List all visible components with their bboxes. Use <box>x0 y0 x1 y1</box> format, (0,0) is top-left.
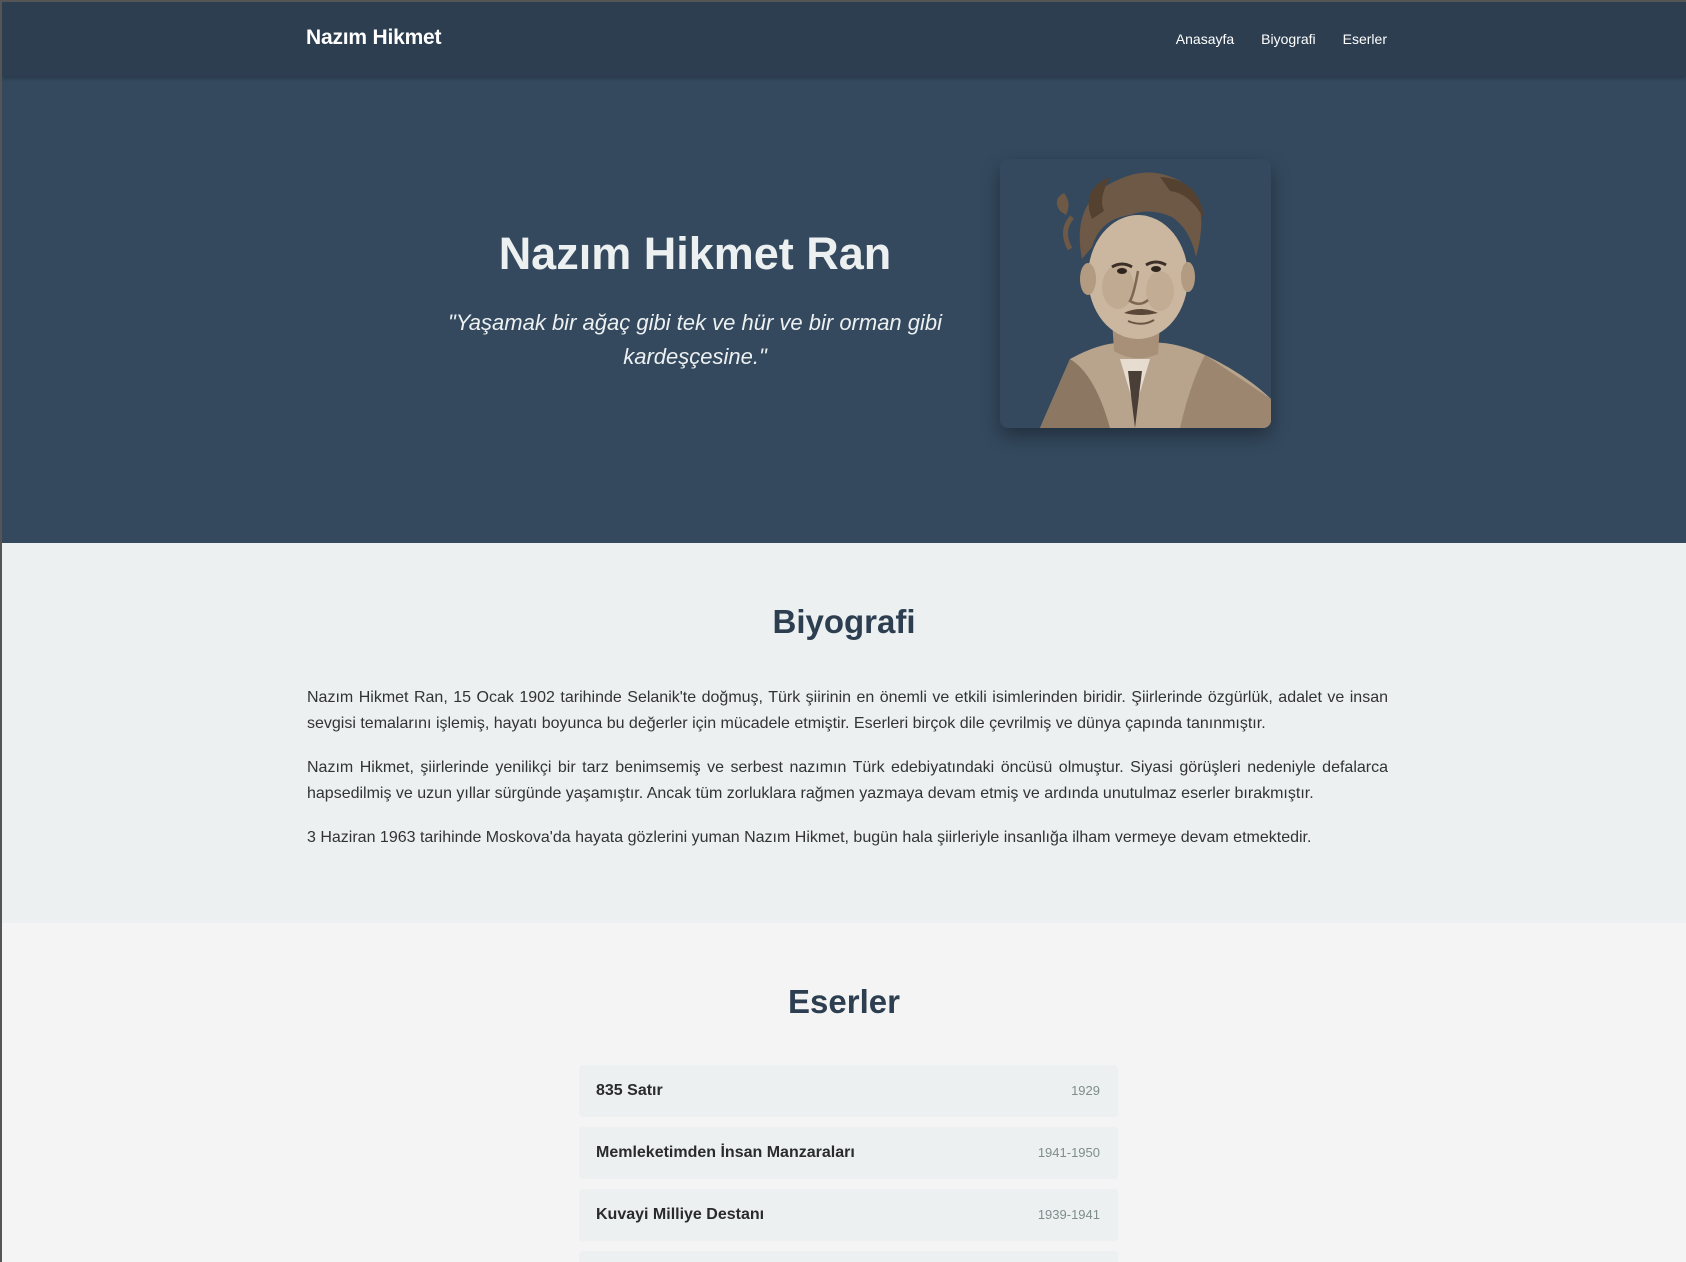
portrait-illustration <box>1000 159 1271 428</box>
hero-quote: "Yaşamak bir ağaç gibi tek ve hür ve bir… <box>447 310 943 369</box>
work-name: 835 Satır <box>596 1082 663 1099</box>
hero-title: Nazım Hikmet Ran <box>498 228 892 279</box>
works-list: 835 Satır 1929 Memleketimden İnsan Manza… <box>579 1065 1118 1262</box>
brand-logo-link[interactable]: Nazım Hikmet <box>306 26 442 50</box>
biography-paragraph: Nazım Hikmet, şiirlerinde yenilikçi bir … <box>307 759 1388 802</box>
biography-title: Biyografi <box>772 603 916 640</box>
biography-paragraph: Nazım Hikmet Ran, 15 Ocak 1902 tarihinde… <box>307 689 1388 732</box>
biography-text: Nazım Hikmet Ran, 15 Ocak 1902 tarihinde… <box>307 685 1388 869</box>
work-name: Kuvayi Milliye Destanı <box>596 1206 765 1223</box>
biography-paragraph: 3 Haziran 1963 tarihinde Moskova'da haya… <box>307 829 1312 846</box>
nav-links: Anasayfa Biyografi Eserler <box>1176 31 1387 47</box>
page: Nazım Hikmet Anasayfa Biyografi Eserler … <box>0 0 1686 1262</box>
navbar: Nazım Hikmet Anasayfa Biyografi Eserler <box>2 2 1686 76</box>
work-item: 835 Satır 1929 <box>579 1065 1118 1117</box>
work-item: Memleketimden İnsan Manzaraları 1941-195… <box>579 1127 1118 1179</box>
works-title: Eserler <box>788 983 900 1020</box>
work-item: Kuvayi Milliye Destanı 1939-1941 <box>579 1189 1118 1241</box>
work-year: 1941-1950 <box>1037 1145 1100 1160</box>
biography-section: Biyografi Nazım Hikmet Ran, 15 Ocak 1902… <box>2 543 1686 923</box>
nav-link-biyografi[interactable]: Biyografi <box>1261 31 1315 47</box>
work-year: 1939-1941 <box>1037 1207 1100 1222</box>
portrait-image <box>1000 159 1271 428</box>
works-section: Eserler 835 Satır 1929 Memleketimden İns… <box>2 923 1686 1262</box>
nav-link-anasayfa[interactable]: Anasayfa <box>1176 31 1234 47</box>
work-year: 1929 <box>1071 1083 1100 1098</box>
nav-link-eserler[interactable]: Eserler <box>1343 31 1387 47</box>
work-name: Memleketimden İnsan Manzaraları <box>596 1144 855 1161</box>
hero-section: Nazım Hikmet Ran "Yaşamak bir ağaç gibi … <box>2 76 1686 543</box>
work-item <box>579 1251 1118 1262</box>
